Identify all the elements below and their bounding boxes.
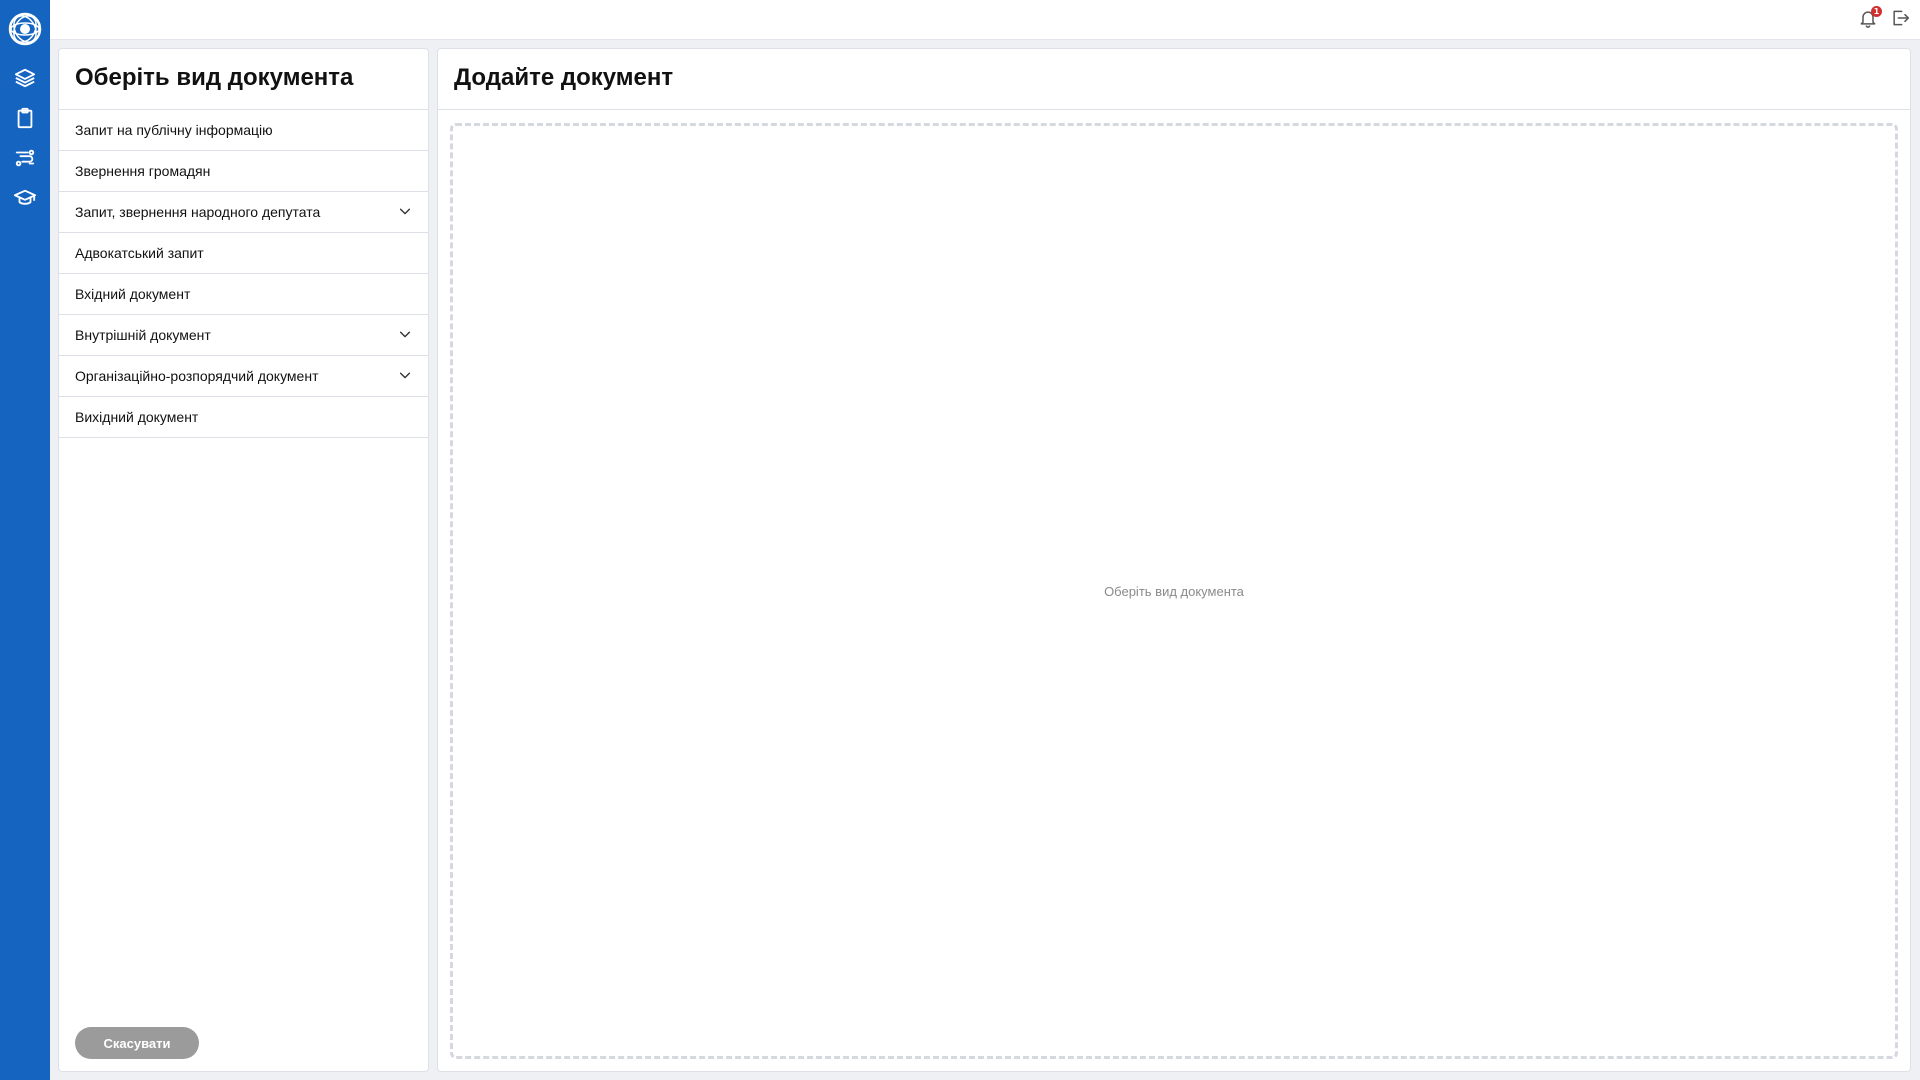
chevron-down-icon[interactable] <box>398 204 412 221</box>
list-item[interactable]: Внутрішній документ <box>59 315 428 356</box>
list-item-label: Внутрішній документ <box>75 327 211 343</box>
bell-icon[interactable]: 1 <box>1858 6 1882 30</box>
list-item-label: Запит на публічну інформацію <box>75 122 273 138</box>
sidebar <box>0 0 50 1080</box>
logout-icon[interactable] <box>1890 8 1912 30</box>
chevron-down-icon[interactable] <box>398 327 412 344</box>
list-item[interactable]: Адвокатський запит <box>59 233 428 274</box>
notification-badge: 1 <box>1871 6 1882 17</box>
list-item[interactable]: Звернення громадян <box>59 151 428 192</box>
chevron-down-icon[interactable] <box>398 368 412 385</box>
page-title: Додайте документ <box>438 49 1910 110</box>
layers-icon[interactable] <box>0 58 50 98</box>
document-type-panel: Оберіть вид документа Запит на публічну … <box>58 48 429 1072</box>
routes-icon[interactable] <box>0 138 50 178</box>
drop-zone-hint: Оберіть вид документа <box>1104 583 1244 599</box>
clipboard-icon[interactable] <box>0 98 50 138</box>
list-item[interactable]: Організаційно-розпорядчий документ <box>59 356 428 397</box>
globe-logo-icon[interactable] <box>8 12 42 46</box>
list-item[interactable]: Запит на публічну інформацію <box>59 110 428 151</box>
list-item-label: Вихідний документ <box>75 409 199 425</box>
list-item-label: Адвокатський запит <box>75 245 204 261</box>
list-item-label: Запит, звернення народного депутата <box>75 204 321 220</box>
add-document-panel: Додайте документ Оберіть вид документа <box>437 48 1911 1072</box>
topbar: 1 <box>50 0 1920 40</box>
list-item-label: Звернення громадян <box>75 163 211 179</box>
list-item[interactable]: Вхідний документ <box>59 274 428 315</box>
list-item-label: Організаційно-розпорядчий документ <box>75 368 319 384</box>
list-item[interactable]: Вихідний документ <box>59 397 428 438</box>
list-item[interactable]: Запит, звернення народного депутата <box>59 192 428 233</box>
document-type-list: Запит на публічну інформацію Звернення г… <box>59 110 428 438</box>
panel-title: Оберіть вид документа <box>59 49 428 110</box>
top-actions: 1 <box>1858 6 1912 30</box>
graduation-cap-icon[interactable] <box>0 178 50 218</box>
document-drop-zone[interactable]: Оберіть вид документа <box>450 123 1898 1059</box>
list-item-label: Вхідний документ <box>75 286 191 302</box>
cancel-button[interactable]: Скасувати <box>75 1027 199 1059</box>
